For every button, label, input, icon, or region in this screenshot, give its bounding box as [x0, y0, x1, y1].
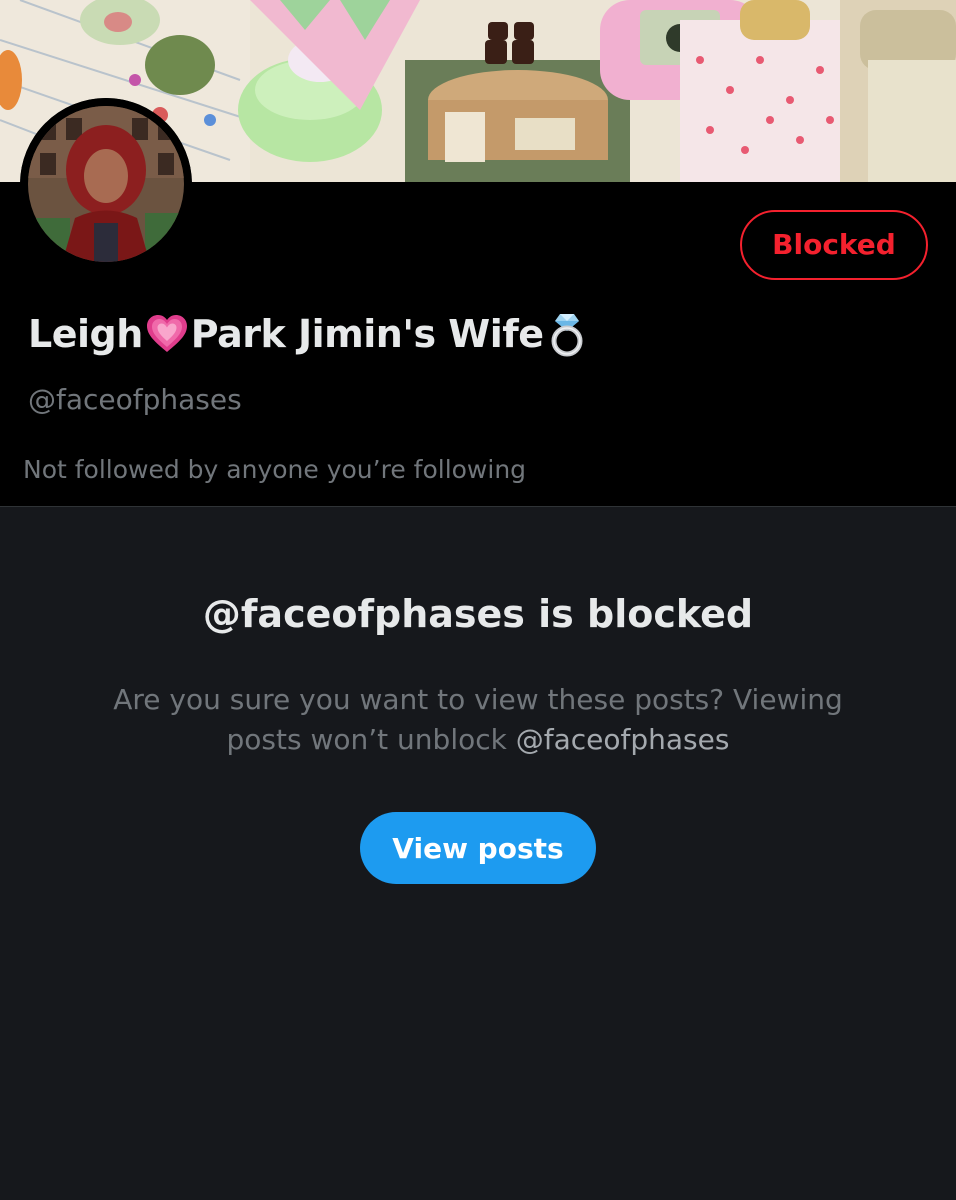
view-posts-button[interactable]: View posts — [360, 812, 596, 884]
blocked-notice-description: Are you sure you want to view these post… — [98, 680, 858, 760]
profile-avatar[interactable] — [20, 98, 192, 270]
blocked-notice-description-text: Are you sure you want to view these post… — [113, 683, 843, 756]
heart-icon — [145, 314, 189, 354]
display-name-part1: Leigh — [28, 312, 143, 356]
followers-you-know: Not followed by anyone you’re following — [23, 455, 527, 484]
display-name-part2: Park Jimin's Wife — [190, 312, 544, 356]
blocked-notice-title: @faceofphases is blocked — [202, 592, 754, 636]
profile-handle: @faceofphases — [28, 383, 242, 416]
ring-icon — [546, 311, 588, 357]
blocked-button[interactable]: Blocked — [740, 210, 928, 280]
display-name: Leigh Park Jimin's Wife — [28, 308, 590, 360]
blocked-notice-handle: @faceofphases — [515, 723, 730, 756]
